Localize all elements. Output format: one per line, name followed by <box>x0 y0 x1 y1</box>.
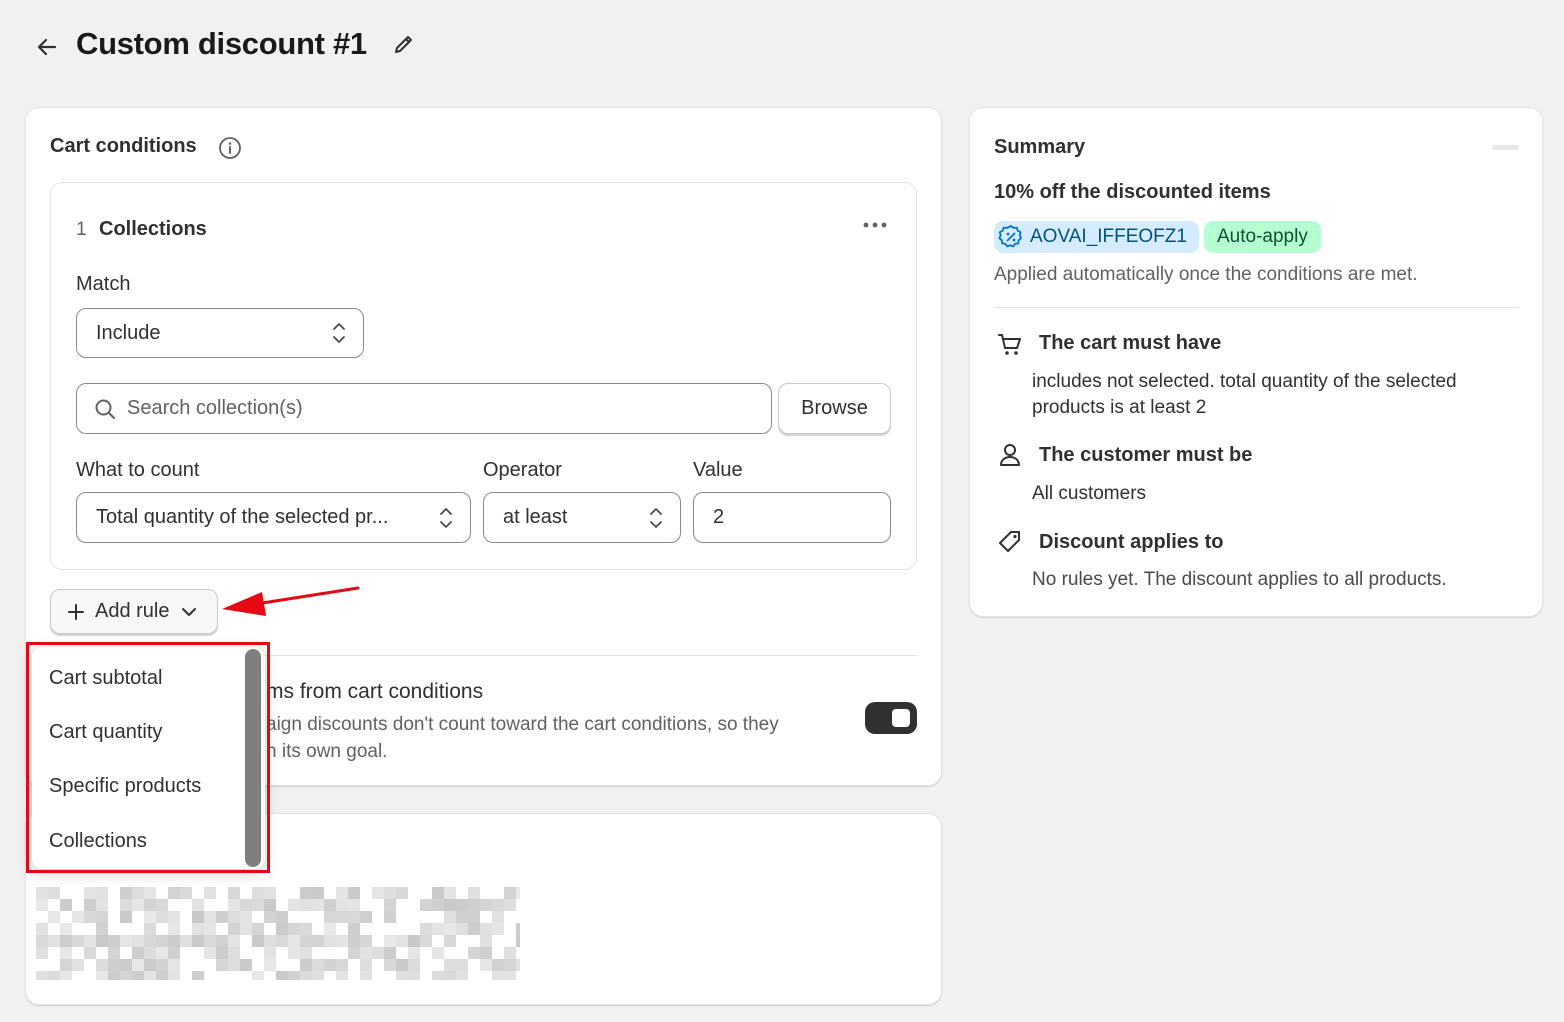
value-input[interactable]: 2 <box>693 492 891 543</box>
back-button[interactable] <box>30 30 64 64</box>
chevron-up-down-icon <box>333 323 345 343</box>
exclude-desc-line-2: n its own goal. <box>266 741 388 762</box>
cart-conditions-title: Cart conditions <box>50 135 197 157</box>
rule-name: Collections <box>99 218 207 240</box>
cart-condition-title: The cart must have <box>1039 332 1222 354</box>
search-placeholder: Search collection(s) <box>127 397 303 419</box>
page-title: Custom discount #1 <box>76 26 367 61</box>
customer-condition-title: The customer must be <box>1039 444 1253 466</box>
value-label: Value <box>693 459 743 481</box>
annotation-highlight-box <box>26 642 270 873</box>
exclude-items-toggle[interactable] <box>865 702 917 734</box>
exclude-desc-line-1: aign discounts don't count toward the ca… <box>266 714 779 735</box>
tag-icon <box>999 531 1020 552</box>
add-rule-button[interactable]: Add rule <box>50 589 218 634</box>
add-rule-label: Add rule <box>95 600 170 622</box>
operator-value: at least <box>503 506 568 528</box>
exclude-items-title: ms from cart conditions <box>266 680 484 703</box>
auto-apply-badge: Auto-apply <box>1204 221 1321 253</box>
info-icon[interactable] <box>218 136 242 160</box>
cart-condition-line-1: includes not selected. total quantity of… <box>1032 371 1457 392</box>
cart-condition-line-2: products is at least 2 <box>1032 397 1207 418</box>
what-to-count-select[interactable]: Total quantity of the selected pr... <box>76 492 471 543</box>
summary-applied-text: Applied automatically once the condition… <box>994 264 1418 285</box>
discount-code-text: AOVAI_IFFEOFZ1 <box>1030 226 1187 247</box>
pencil-icon <box>395 36 412 53</box>
operator-label: Operator <box>483 459 562 481</box>
match-select-value: Include <box>96 321 161 344</box>
match-select[interactable]: Include <box>76 308 364 358</box>
summary-heading: 10% off the discounted items <box>994 181 1271 203</box>
applies-to-text: No rules yet. The discount applies to al… <box>1032 569 1447 590</box>
summary-collapse-handle[interactable] <box>1492 145 1519 150</box>
person-icon <box>1000 444 1020 466</box>
customer-condition-text: All customers <box>1032 483 1147 504</box>
edit-title-button[interactable] <box>390 30 418 58</box>
collection-search-input[interactable]: Search collection(s) <box>76 383 772 434</box>
cart-icon <box>998 334 1021 355</box>
browse-button[interactable]: Browse <box>778 383 891 434</box>
chevron-up-down-icon <box>440 507 452 528</box>
cart-condition-text: includes not selected. total quantity of… <box>1032 369 1522 421</box>
search-icon <box>95 399 115 419</box>
discount-code-badge: AOVAI_IFFEOFZ1 <box>994 221 1199 253</box>
horizontal-dots-icon <box>863 222 887 228</box>
match-label: Match <box>76 273 131 295</box>
rule-number: 1 <box>76 219 87 240</box>
discount-badge-icon <box>998 225 1022 248</box>
what-to-count-value: Total quantity of the selected pr... <box>96 506 389 528</box>
operator-select[interactable]: at least <box>483 492 681 543</box>
chevron-down-icon <box>181 607 196 616</box>
pixelated-redacted-content <box>36 887 520 980</box>
rule-more-button[interactable] <box>858 212 892 238</box>
summary-title: Summary <box>994 136 1086 158</box>
annotation-arrow-icon <box>222 586 360 616</box>
summary-divider <box>994 307 1519 308</box>
arrow-left-icon <box>37 38 57 56</box>
toggle-knob <box>892 709 910 727</box>
exclude-items-description: aign discounts don't count toward the ca… <box>266 711 836 765</box>
chevron-up-down-icon <box>650 507 662 528</box>
what-to-count-label: What to count <box>76 459 200 481</box>
plus-icon <box>68 603 84 620</box>
applies-to-title: Discount applies to <box>1039 531 1224 553</box>
